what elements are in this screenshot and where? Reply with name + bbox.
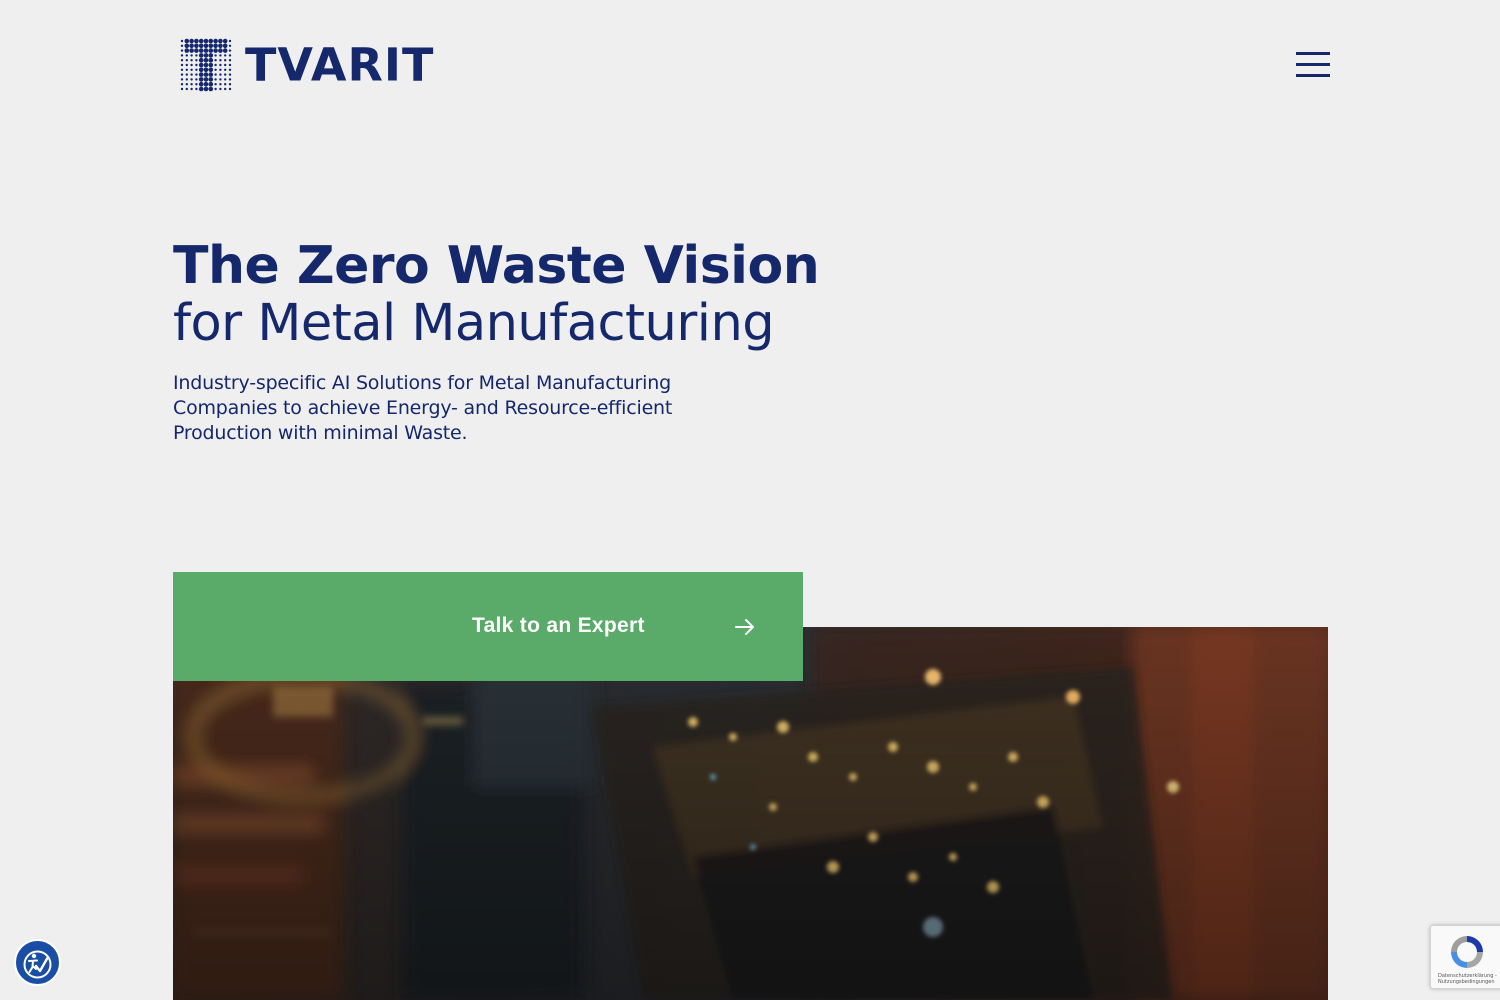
hero-factory-graphic <box>173 627 1328 1000</box>
recaptcha-icon <box>1451 936 1483 968</box>
hero-title: The Zero Waste Vision for Metal Manufact… <box>173 236 873 352</box>
recaptcha-badge[interactable]: Datenschutzerklärung - Nutzungsbedingung… <box>1430 925 1500 989</box>
brand-name: TVARIT <box>245 38 435 92</box>
hero-factory-image <box>173 627 1328 1000</box>
accessibility-check-icon <box>23 950 52 979</box>
hamburger-menu-button[interactable] <box>1294 50 1330 78</box>
hero-description: Industry-specific AI Solutions for Metal… <box>173 372 673 444</box>
hamburger-menu-bar <box>1296 62 1330 66</box>
page: TVARIT The Zero Waste Vision for Metal M… <box>0 0 1500 1000</box>
hero-title-bold: The Zero Waste Vision <box>173 236 820 296</box>
hero-title-regular: for Metal Manufacturing <box>173 294 775 353</box>
cta-label: Talk to an Expert <box>472 614 645 637</box>
arrow-right-icon <box>735 619 754 635</box>
tvarit-logo[interactable]: TVARIT <box>179 38 434 92</box>
accessibility-button[interactable] <box>14 939 61 986</box>
recaptcha-terms[interactable]: Datenschutzerklärung - Nutzungsbedingung… <box>1438 973 1500 985</box>
talk-to-expert-button[interactable]: Talk to an Expert <box>173 572 803 681</box>
tvarit-logo-mark-icon <box>180 38 232 92</box>
hamburger-menu-icon <box>1296 51 1330 55</box>
hamburger-menu-bar <box>1296 73 1330 77</box>
